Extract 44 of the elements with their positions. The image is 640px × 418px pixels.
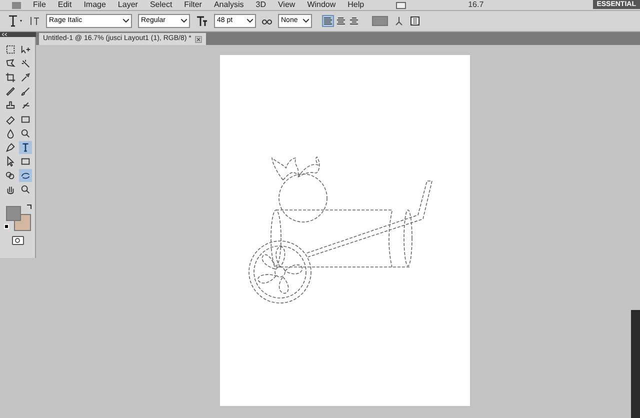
- menu-item[interactable]: View: [278, 1, 296, 9]
- menu-item[interactable]: Help: [348, 1, 364, 9]
- eyedropper-icon[interactable]: [18, 71, 32, 84]
- menu-item[interactable]: Image: [84, 1, 106, 9]
- marquee-icon[interactable]: [4, 43, 16, 56]
- caret-icon[interactable]: [181, 19, 187, 23]
- crop-icon[interactable]: [4, 71, 16, 84]
- pen-icon[interactable]: [4, 141, 16, 154]
- align-center-button[interactable]: [335, 15, 347, 27]
- menu-item[interactable]: Window: [307, 1, 336, 9]
- zoom-level[interactable]: 16.7: [468, 1, 484, 9]
- menu-item[interactable]: Analysis: [214, 1, 244, 9]
- collapse-icon[interactable]: [2, 33, 7, 36]
- menu-item[interactable]: Edit: [58, 1, 72, 9]
- caret-icon[interactable]: [303, 19, 309, 23]
- bandage-icon[interactable]: [4, 85, 16, 98]
- text-orientation-icon[interactable]: [30, 16, 40, 26]
- font-size-icon[interactable]: [196, 16, 208, 26]
- swirl-icon[interactable]: [18, 169, 32, 182]
- menu-item[interactable]: File: [33, 1, 46, 9]
- close-icon[interactable]: [195, 36, 202, 42]
- circles-icon[interactable]: [4, 169, 16, 182]
- menu-item[interactable]: Select: [150, 1, 172, 9]
- swap-colors-icon[interactable]: [26, 204, 32, 210]
- quick-mask-button[interactable]: [12, 236, 24, 245]
- text-color-swatch[interactable]: [372, 16, 388, 26]
- default-colors-icon[interactable]: [4, 224, 8, 229]
- lasso-icon[interactable]: [4, 57, 16, 70]
- menu-item[interactable]: Layer: [118, 1, 138, 9]
- align-left-button[interactable]: [322, 15, 334, 27]
- type-tool-icon[interactable]: [8, 15, 24, 27]
- warp-text-icon[interactable]: [394, 16, 404, 26]
- type-icon[interactable]: [18, 141, 32, 154]
- menu-item[interactable]: 3D: [256, 1, 266, 9]
- zoom-icon[interactable]: [18, 183, 32, 196]
- panels-icon[interactable]: [410, 16, 420, 26]
- color-swatches-icon[interactable]: [6, 206, 30, 231]
- caret-icon[interactable]: [247, 19, 253, 23]
- caret-icon[interactable]: [123, 19, 129, 23]
- magnifier-icon[interactable]: [18, 127, 32, 140]
- move-icon[interactable]: [18, 43, 32, 56]
- menu-item[interactable]: Filter: [184, 1, 202, 9]
- anti-alias-icon[interactable]: [262, 17, 272, 25]
- align-right-button[interactable]: [348, 15, 360, 27]
